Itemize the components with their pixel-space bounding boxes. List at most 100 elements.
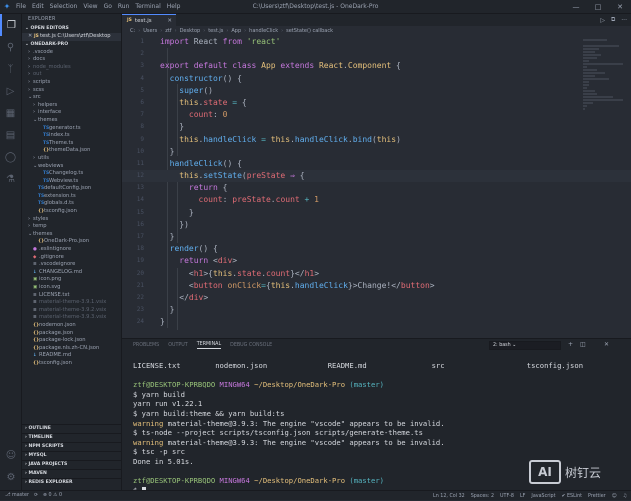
tree-item[interactable]: › styles	[22, 216, 121, 224]
code-line[interactable]: 22 </div>	[122, 292, 631, 304]
run-icon[interactable]: ▷	[600, 17, 605, 24]
tab-debug-console[interactable]: DEBUG CONSOLE	[230, 343, 272, 348]
close-icon[interactable]: ✕	[167, 18, 172, 24]
maximize-icon[interactable]: □	[587, 0, 609, 14]
menu-view[interactable]: View	[83, 3, 97, 10]
split-editor-icon[interactable]: ⧉	[611, 16, 615, 24]
tree-item[interactable]: ⌄src	[22, 94, 121, 102]
menu-go[interactable]: Go	[104, 3, 112, 10]
status-right-item[interactable]: LF	[520, 494, 525, 499]
status-right-item[interactable]: ♫	[623, 494, 627, 499]
tree-item[interactable]: {}OneDark-Pro.json	[22, 238, 121, 246]
tree-item[interactable]: › temp	[22, 223, 121, 231]
close-icon[interactable]: ✕	[609, 0, 631, 14]
status-left-item[interactable]: ⟳	[34, 493, 38, 498]
tree-item[interactable]: {}package.nls.zh-CN.json	[22, 345, 121, 353]
menu-file[interactable]: File	[16, 3, 26, 10]
tree-item[interactable]: ≡ material-theme-3.9.2.vsix	[22, 307, 121, 315]
database-icon[interactable]: ◯	[0, 146, 21, 168]
source-control-icon[interactable]: ᛉ	[0, 58, 21, 80]
code-line[interactable]: 9 this.handleClick = this.handleClick.bi…	[122, 134, 631, 146]
section-npm-scripts[interactable]: › NPM SCRIPTS	[22, 442, 121, 450]
tree-item[interactable]: {}package.json	[22, 330, 121, 338]
code-line[interactable]: 1 import React from 'react'	[122, 36, 631, 48]
tree-item[interactable]: ▣ icon.svg	[22, 284, 121, 292]
project-header[interactable]: ⌄ ONEDARK-PRO	[22, 41, 121, 49]
tree-item[interactable]: {}tsconfig.json	[22, 208, 121, 216]
terminal-select[interactable]: 2: bash ⌄	[489, 341, 561, 350]
breadcrumb-item[interactable]: test.js	[208, 28, 223, 34]
status-right-item[interactable]: Spaces: 2	[471, 494, 494, 499]
breadcrumb-item[interactable]: C:	[130, 28, 135, 34]
section-redis-explorer[interactable]: › REDIS EXPLORER	[22, 478, 121, 486]
status-left-item[interactable]: ⎇ master	[5, 493, 29, 498]
menu-run[interactable]: Run	[118, 3, 130, 10]
breadcrumb-item[interactable]: ztf	[165, 28, 171, 34]
close-panel-icon[interactable]: ✕	[604, 341, 609, 348]
tree-item[interactable]: ⌄webviews	[22, 163, 121, 171]
tree-item[interactable]: ↓ README.md	[22, 352, 121, 360]
tree-item[interactable]: ◆ .gitignore	[22, 254, 121, 262]
tab-problems[interactable]: PROBLEMS	[133, 343, 159, 348]
tree-item[interactable]: › scripts	[22, 79, 121, 87]
breadcrumb-item[interactable]: handleClick	[249, 28, 278, 34]
code-line[interactable]: 16 })	[122, 219, 631, 231]
code-line[interactable]: 23 }	[122, 304, 631, 316]
code-line[interactable]: 21 <button onClick={this.handleClick}>Ch…	[122, 280, 631, 292]
open-editors-header[interactable]: ⌄ OPEN EDITORS	[22, 25, 121, 33]
code-line[interactable]: 3 export default class App extends React.…	[122, 60, 631, 72]
status-left-item[interactable]: ⊗ 0 ⚠ 0	[43, 493, 62, 498]
search-icon[interactable]: ⚲	[0, 36, 21, 58]
tree-item[interactable]: › interface	[22, 109, 121, 117]
tree-item[interactable]: › .vscode	[22, 49, 121, 57]
minimap[interactable]	[583, 38, 623, 188]
open-editor-item[interactable]: ✕ JStest.js C:\Users\ztf\Desktop	[22, 33, 121, 41]
tree-item[interactable]: TSChangelog.ts	[22, 170, 121, 178]
tree-item[interactable]: › out	[22, 71, 121, 79]
code-line[interactable]: 14 count: preState.count + 1	[122, 194, 631, 206]
section-timeline[interactable]: › TIMELINE	[22, 433, 121, 441]
status-right-item[interactable]: Ln 12, Col 32	[433, 494, 465, 499]
breadcrumb-item[interactable]: App	[231, 28, 241, 34]
tab-test-js[interactable]: JS test.js ✕	[122, 14, 176, 26]
code-line[interactable]: 8 }	[122, 121, 631, 133]
tree-item[interactable]: TSindex.ts	[22, 132, 121, 140]
tree-item[interactable]: TSdefaultConfig.json	[22, 185, 121, 193]
tree-item[interactable]: ≡ material-theme-3.9.1.vsix	[22, 299, 121, 307]
tab-terminal[interactable]: TERMINAL	[196, 342, 222, 349]
code-line[interactable]: 5 super()	[122, 85, 631, 97]
debug-icon[interactable]: ▷	[0, 80, 21, 102]
menu-terminal[interactable]: Terminal	[135, 3, 160, 10]
tree-item[interactable]: ⌄themes	[22, 117, 121, 125]
tree-item[interactable]: {}nodemon.json	[22, 322, 121, 330]
minimize-icon[interactable]: —	[565, 0, 587, 14]
code-line[interactable]: 19 return <div>	[122, 255, 631, 267]
code-line[interactable]: 4 constructor() {	[122, 73, 631, 85]
tree-item[interactable]: {}themeData.json	[22, 147, 121, 155]
tree-item[interactable]: ↓ CHANGELOG.md	[22, 269, 121, 277]
code-line[interactable]: 24}	[122, 316, 631, 328]
tree-item[interactable]: ≡ material-theme-3.9.3.vsix	[22, 314, 121, 322]
test-icon[interactable]: ⚗	[0, 168, 21, 190]
tree-item[interactable]: ● .eslintignore	[22, 246, 121, 254]
code-line[interactable]: 6 this.state = {	[122, 97, 631, 109]
section-outline[interactable]: › OUTLINE	[22, 424, 121, 432]
code-line[interactable]: 7 count: 0	[122, 109, 631, 121]
code-line[interactable]: 12 this.setState(preState ⇒ {	[122, 170, 631, 183]
code-line[interactable]: 11 handleClick() {	[122, 158, 631, 170]
code-line[interactable]: 15 }	[122, 207, 631, 219]
tree-item[interactable]: › docs	[22, 56, 121, 64]
code-line[interactable]: 20 <h1>{this.state.count}</h1>	[122, 268, 631, 280]
gear-icon[interactable]: ⚙	[0, 466, 22, 488]
close-icon[interactable]: ✕	[28, 33, 32, 39]
tree-item[interactable]: › node_modules	[22, 64, 121, 72]
status-right-item[interactable]: ☺	[612, 494, 617, 499]
tree-item[interactable]: TSextension.ts	[22, 193, 121, 201]
code-line[interactable]: 17 }	[122, 231, 631, 243]
tree-item[interactable]: ⌄themes	[22, 231, 121, 239]
tree-item[interactable]: {}package-lock.json	[22, 337, 121, 345]
status-right-item[interactable]: JavaScript	[531, 494, 555, 499]
breadcrumb-item[interactable]: setState() callback	[286, 28, 333, 34]
menu-selection[interactable]: Selection	[50, 3, 78, 10]
status-right-item[interactable]: ✔ ESLint	[561, 494, 582, 499]
